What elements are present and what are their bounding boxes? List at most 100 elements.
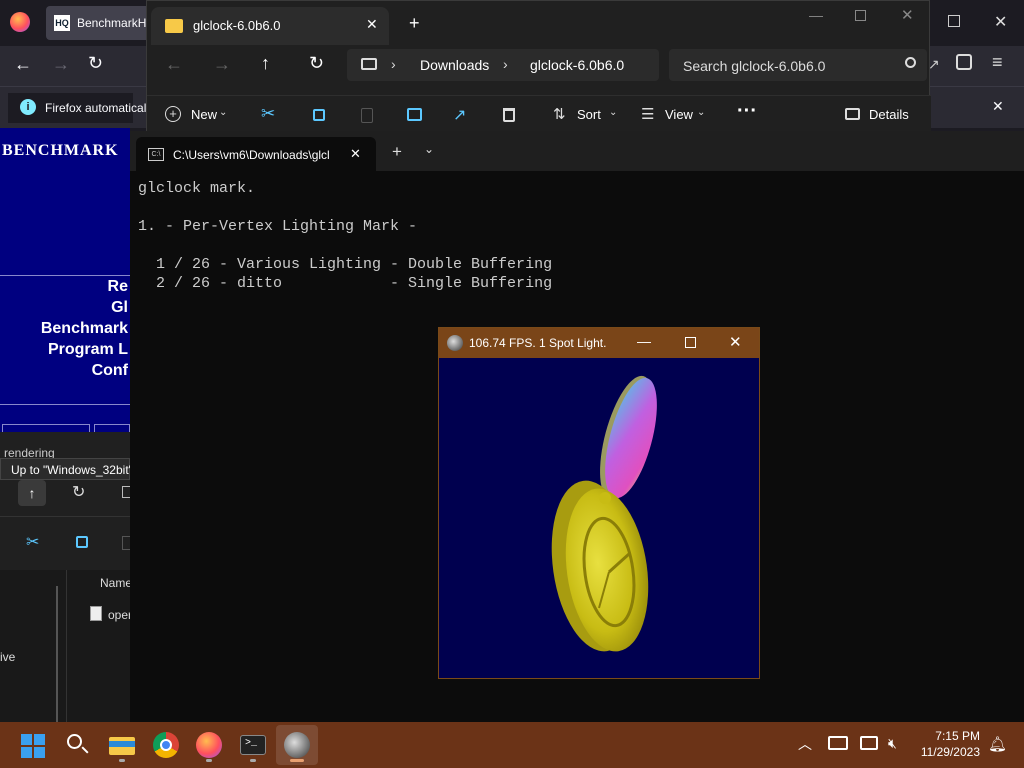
cut-icon[interactable]: ✂: [261, 104, 275, 124]
tab-close-icon[interactable]: ✕: [366, 16, 378, 33]
dropdown-chevron-icon[interactable]: ⌄: [424, 142, 434, 156]
ghost-file-pane: Name oper ive: [0, 570, 132, 722]
benchmark-brand: BENCHMARK: [2, 142, 119, 159]
forward-arrow-icon[interactable]: →: [52, 54, 70, 75]
menu-item-1[interactable]: Gl: [111, 299, 128, 317]
menu-item-4[interactable]: Conf: [92, 362, 128, 380]
glclock-app-icon: [447, 335, 463, 351]
chevron-right-icon: ›: [503, 56, 508, 72]
chevron-down-icon: ⌄: [609, 107, 618, 118]
rename-icon[interactable]: [407, 108, 422, 121]
volume-muted-icon[interactable]: 🔇︎: [888, 735, 897, 752]
terminal-output[interactable]: glclock mark. 1. - Per-Vertex Lighting M…: [138, 179, 552, 293]
glclock-titlebar[interactable]: 106.74 FPS. 1 Spot Light. — ✕: [439, 328, 759, 358]
benchmarkhq-favicon-icon: HQ: [54, 15, 70, 31]
terminal-line: glclock mark.: [138, 180, 256, 197]
pocket-watch-render: [551, 375, 657, 652]
terminal-tab[interactable]: C:\ C:\Users\vm6\Downloads\glcl ✕: [136, 137, 376, 171]
terminal-line: 2 / 26 - ditto - Single Buffering: [138, 275, 553, 292]
share-icon[interactable]: ↗: [453, 105, 466, 125]
explorer-tab[interactable]: glclock-6.0b6.0 ✕: [151, 7, 389, 45]
pane-divider: [66, 570, 67, 722]
terminal-icon[interactable]: >_: [237, 729, 269, 761]
firefox-logo-icon[interactable]: [10, 12, 30, 32]
paste-icon[interactable]: [361, 108, 373, 123]
command-bar: + New ⌄ ✂ ↗ ⇅ Sort ⌄ ☰ View ⌄ ··· Detail…: [147, 95, 931, 132]
menu-item-3[interactable]: Program L: [48, 341, 128, 359]
taskbar-date[interactable]: 11/29/2023: [921, 745, 980, 759]
divider: [0, 275, 130, 276]
hamburger-menu-icon[interactable]: ≡: [992, 52, 1003, 73]
this-pc-icon: [361, 58, 377, 70]
firefox-icon[interactable]: [193, 729, 225, 761]
copy-icon[interactable]: [76, 536, 88, 548]
search-placeholder: Search glclock-6.0b6.0: [683, 58, 826, 74]
new-tab-icon[interactable]: +: [392, 142, 402, 162]
forward-arrow-icon[interactable]: →: [213, 54, 231, 75]
search-icon[interactable]: [62, 729, 94, 761]
running-indicator: [250, 759, 256, 762]
breadcrumb-downloads[interactable]: Downloads: [420, 57, 489, 73]
running-indicator: [119, 759, 125, 762]
new-tab-icon[interactable]: +: [409, 13, 420, 34]
back-arrow-icon[interactable]: ←: [14, 54, 32, 75]
chrome-icon[interactable]: [150, 729, 182, 761]
close-icon[interactable]: ✕: [901, 6, 914, 24]
maximize-icon[interactable]: [855, 10, 866, 21]
network-icon[interactable]: [828, 736, 848, 750]
firefox-tab-benchmarkhq[interactable]: HQ BenchmarkH: [46, 6, 156, 40]
copy-icon[interactable]: [313, 109, 325, 121]
menu-item-2[interactable]: Benchmark: [41, 320, 128, 338]
glclock-window: 106.74 FPS. 1 Spot Light. — ✕: [438, 327, 760, 679]
refresh-icon[interactable]: ↻: [72, 482, 85, 502]
tooltip-text: Up to "Windows_32bit": [11, 463, 133, 477]
glclock-title: 106.74 FPS. 1 Spot Light.: [469, 336, 607, 350]
new-label: New: [191, 107, 218, 122]
notification-close-icon[interactable]: ✕: [992, 98, 1004, 115]
folder-icon: [165, 19, 183, 33]
search-box[interactable]: Search glclock-6.0b6.0: [669, 49, 927, 81]
more-options-icon[interactable]: ···: [737, 100, 757, 123]
reload-icon[interactable]: ↻: [88, 53, 103, 74]
notification-bell-icon[interactable]: 🔔︎: [988, 735, 1007, 753]
maximize-icon[interactable]: [685, 337, 696, 348]
pane-divider: [56, 586, 58, 722]
file-explorer-icon[interactable]: [106, 729, 138, 761]
breadcrumb-glclock[interactable]: glclock-6.0b6.0: [530, 57, 624, 73]
address-bar[interactable]: › Downloads › glclock-6.0b6.0: [347, 49, 659, 81]
extensions-icon[interactable]: [956, 54, 972, 70]
close-icon[interactable]: ✕: [729, 333, 742, 351]
delete-icon[interactable]: [503, 108, 515, 122]
details-pane-icon: [845, 108, 860, 120]
minimize-icon[interactable]: —: [809, 7, 823, 23]
back-arrow-icon[interactable]: ←: [165, 54, 183, 75]
windows-start-icon[interactable]: [18, 729, 50, 761]
terminal-line: 1. - Per-Vertex Lighting Mark -: [138, 218, 418, 235]
firefox-restore-icon[interactable]: [948, 15, 960, 27]
refresh-icon[interactable]: ↻: [309, 53, 324, 74]
details-button[interactable]: Details: [845, 105, 911, 125]
sort-button[interactable]: ⇅ Sort ⌄: [553, 105, 617, 125]
notification-text: Firefox automaticall: [45, 101, 150, 115]
file-item[interactable]: oper: [108, 608, 132, 622]
view-label: View: [665, 107, 693, 122]
column-header-name[interactable]: Name: [100, 576, 132, 590]
minimize-icon[interactable]: —: [637, 333, 651, 349]
view-button[interactable]: ☰ View ⌄: [641, 105, 707, 125]
divider: [0, 404, 130, 405]
display-icon[interactable]: [860, 736, 878, 750]
new-button[interactable]: + New ⌄: [165, 105, 229, 125]
nav-item[interactable]: ive: [0, 650, 15, 664]
details-label: Details: [869, 107, 909, 122]
up-arrow-icon[interactable]: ↑: [18, 480, 46, 506]
menu-item-0[interactable]: Re: [108, 278, 128, 296]
cut-icon[interactable]: ✂: [26, 532, 39, 552]
firefox-close-icon[interactable]: ✕: [994, 12, 1007, 32]
taskbar-time[interactable]: 7:15 PM: [935, 729, 980, 743]
up-arrow-icon[interactable]: ↑: [261, 53, 270, 74]
chevron-up-icon[interactable]: ︿: [798, 734, 812, 754]
sort-label: Sort: [577, 107, 601, 122]
tab-close-icon[interactable]: ✕: [350, 146, 361, 162]
glclock-taskbar-icon[interactable]: [281, 729, 313, 761]
